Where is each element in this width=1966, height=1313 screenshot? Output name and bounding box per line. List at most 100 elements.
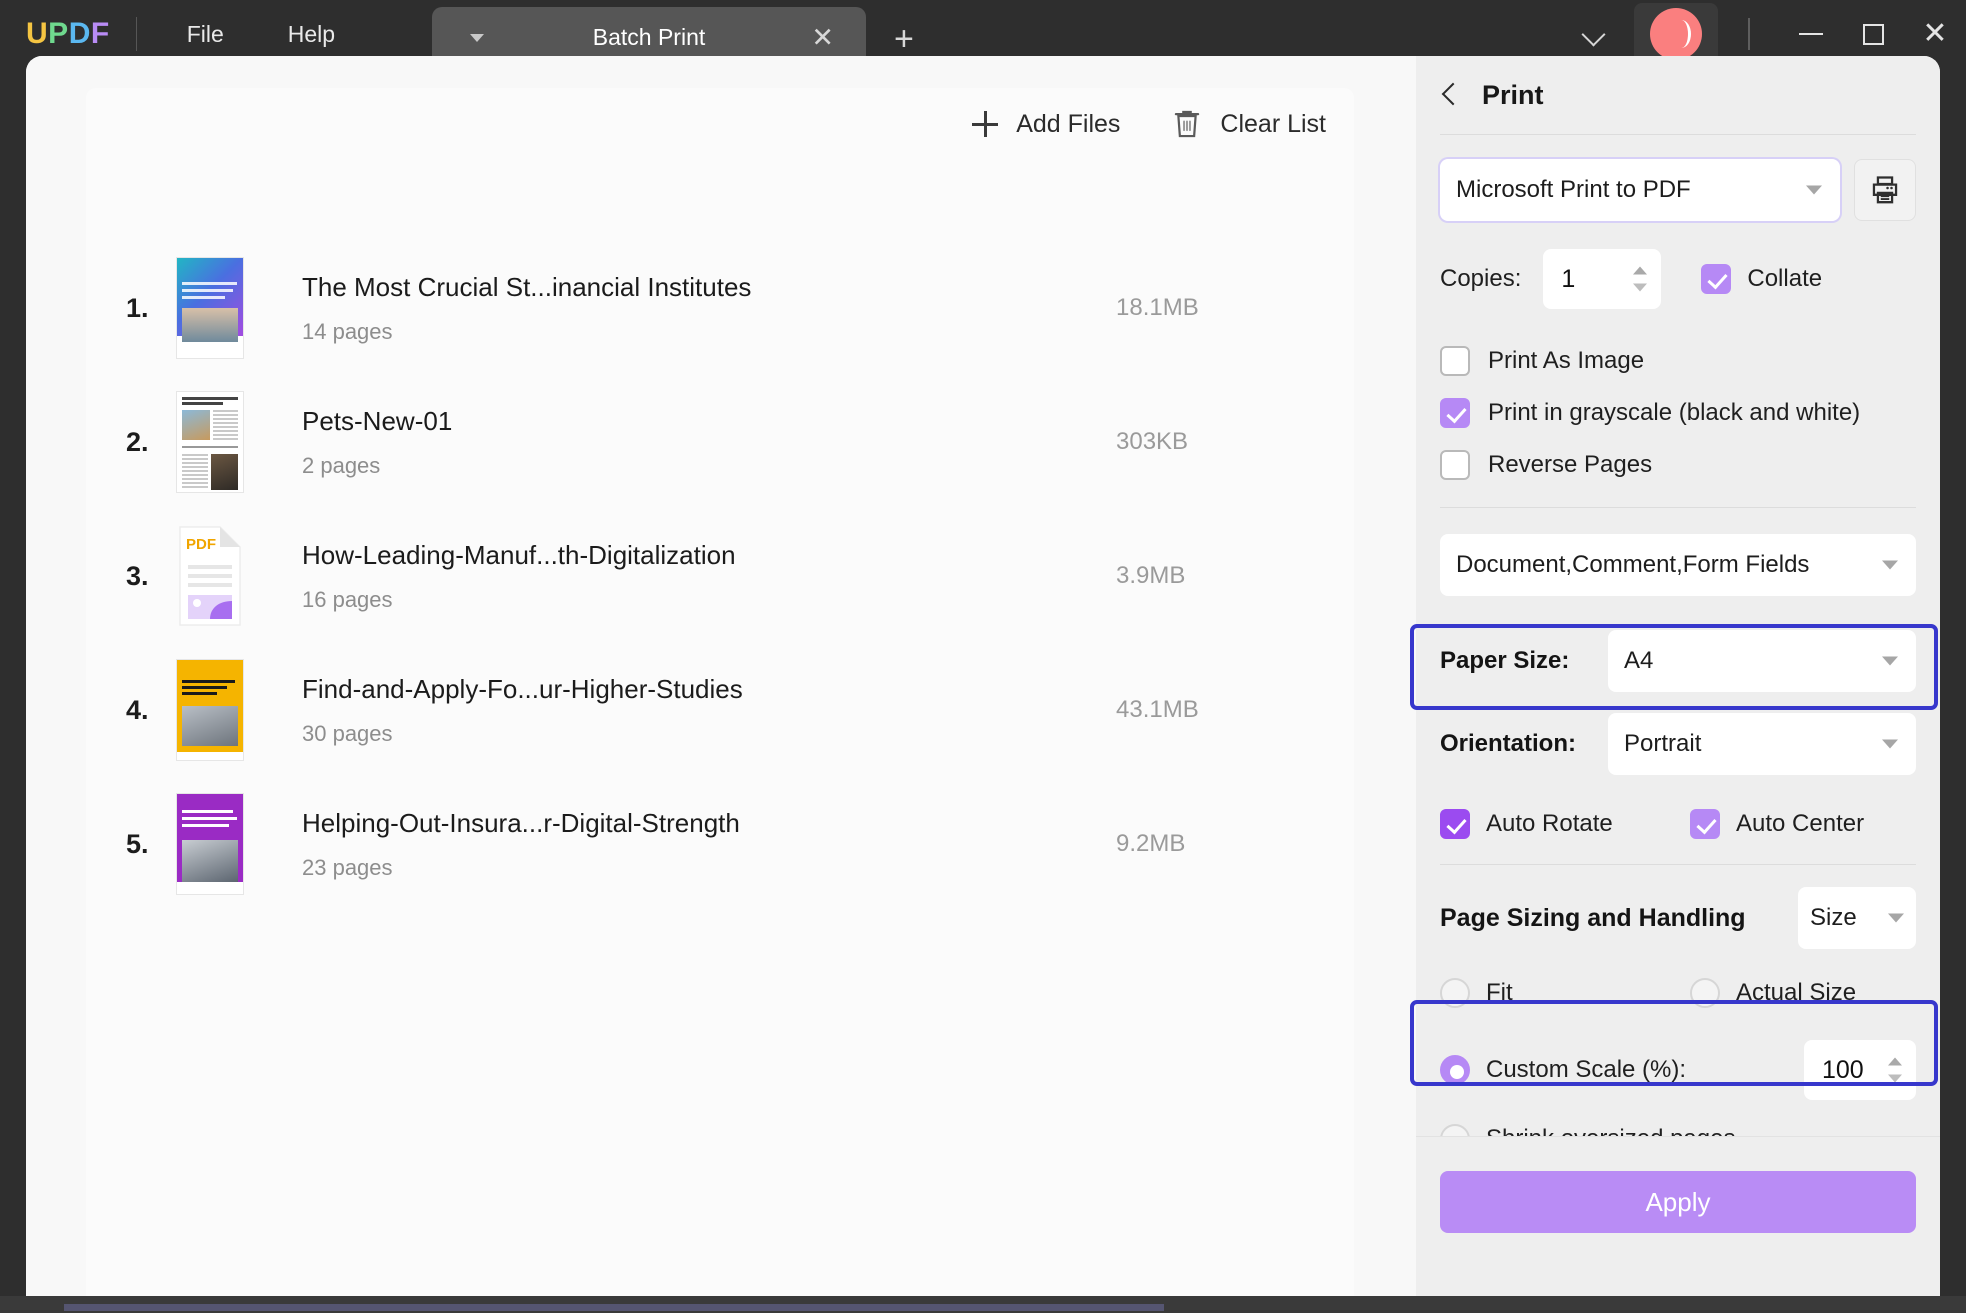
custom-scale-stepper[interactable]: 100 xyxy=(1804,1040,1916,1100)
actual-size-radio[interactable] xyxy=(1690,978,1720,1008)
reverse-pages-label: Reverse Pages xyxy=(1488,451,1653,478)
fit-radio[interactable] xyxy=(1440,978,1470,1008)
tab-close-icon[interactable]: ✕ xyxy=(811,24,834,51)
reverse-pages-checkbox[interactable] xyxy=(1440,450,1470,480)
custom-scale-radio[interactable] xyxy=(1440,1055,1470,1085)
file-index: 2. xyxy=(126,426,149,457)
auto-center-label: Auto Center xyxy=(1736,810,1865,837)
reverse-pages-row[interactable]: Reverse Pages xyxy=(1440,439,1916,491)
file-pages: 23 pages xyxy=(302,854,393,880)
logo-letter-d: D xyxy=(68,17,91,50)
copies-label: Copies: xyxy=(1440,265,1522,292)
paper-size-row: Paper Size: A4 xyxy=(1416,626,1940,696)
file-pages: 16 pages xyxy=(302,586,393,612)
file-pages: 14 pages xyxy=(302,318,393,344)
file-list-pane: Add Files Clear List 1. The Most Crucial… xyxy=(26,56,1416,1296)
printer-properties-button[interactable] xyxy=(1854,159,1916,221)
page-sizing-mode-select[interactable]: Size xyxy=(1798,887,1916,949)
file-meta: How-Leading-Manuf...th-Digitalization 16… xyxy=(302,540,1116,613)
collate-checkbox[interactable] xyxy=(1701,264,1732,294)
scale-spinner-arrows[interactable] xyxy=(1888,1057,1902,1083)
logo-letter-u: U xyxy=(26,17,49,50)
chevron-down-icon xyxy=(1806,185,1822,195)
auto-center-row[interactable]: Auto Center xyxy=(1690,809,1864,839)
file-list-card: Add Files Clear List 1. The Most Crucial… xyxy=(86,88,1354,1296)
printer-select-value: Microsoft Print to PDF xyxy=(1456,176,1691,203)
orientation-row: Orientation: Portrait xyxy=(1416,712,1940,776)
file-row[interactable]: 2. Pets-New-01 2 pages 303KB xyxy=(126,377,1326,507)
app-shell: Add Files Clear List 1. The Most Crucial… xyxy=(26,56,1940,1296)
actual-size-option-row[interactable]: Actual Size xyxy=(1690,978,1856,1008)
printer-select[interactable]: Microsoft Print to PDF xyxy=(1440,159,1840,221)
chevron-down-icon xyxy=(1888,913,1904,923)
auto-center-checkbox[interactable] xyxy=(1690,809,1720,839)
paper-size-label: Paper Size: xyxy=(1440,647,1570,674)
spinner-down-icon[interactable] xyxy=(1633,283,1648,292)
file-meta: Find-and-Apply-Fo...ur-Higher-Studies 30… xyxy=(302,674,1116,747)
menu-help[interactable]: Help xyxy=(274,15,349,54)
print-settings-scroll[interactable]: Microsoft Print to PDF Copies: 1 Collate… xyxy=(1416,135,1940,1215)
pdf-file-icon: PDF xyxy=(179,526,241,626)
new-tab-button[interactable]: + xyxy=(894,22,914,56)
print-as-image-row[interactable]: Print As Image xyxy=(1440,335,1916,387)
custom-scale-row: Custom Scale (%): 100 xyxy=(1416,1037,1940,1103)
copies-value: 1 xyxy=(1561,264,1576,293)
page-sizing-title: Page Sizing and Handling xyxy=(1440,903,1746,932)
file-row[interactable]: 3. PDF How-Leading-Manuf...th-Digitaliza… xyxy=(126,511,1326,641)
logo-letter-p: P xyxy=(48,17,69,50)
chevron-down-icon xyxy=(1882,560,1898,570)
file-thumbnail xyxy=(176,793,244,895)
chevron-left-icon[interactable] xyxy=(1440,85,1460,105)
apply-button[interactable]: Apply xyxy=(1440,1171,1916,1233)
copies-stepper[interactable]: 1 xyxy=(1543,249,1662,309)
horizontal-scrollbar[interactable] xyxy=(64,1304,1164,1311)
spinner-up-icon[interactable] xyxy=(1888,1057,1902,1066)
paper-size-select[interactable]: A4 xyxy=(1608,630,1916,692)
custom-scale-value: 100 xyxy=(1822,1055,1864,1084)
file-row[interactable]: 4. Find-and-Apply-Fo...ur-Higher-Studies… xyxy=(126,645,1326,775)
add-files-button[interactable]: Add Files xyxy=(972,110,1120,139)
spinner-down-icon[interactable] xyxy=(1888,1074,1902,1083)
file-size: 3.9MB xyxy=(1116,562,1186,589)
fit-option-row[interactable]: Fit xyxy=(1440,978,1690,1008)
print-settings-pane: Print Microsoft Print to PDF Copies: 1 C… xyxy=(1410,56,1940,1296)
orientation-select[interactable]: Portrait xyxy=(1608,713,1916,775)
copies-row: Copies: 1 Collate xyxy=(1416,249,1940,309)
file-name: Pets-New-01 xyxy=(302,405,453,436)
file-index: 5. xyxy=(126,828,149,859)
print-grayscale-row[interactable]: Print in grayscale (black and white) xyxy=(1440,387,1916,439)
auto-rotate-checkbox[interactable] xyxy=(1440,809,1470,839)
collate-checkbox-row[interactable]: Collate xyxy=(1701,264,1822,294)
file-name: The Most Crucial St...inancial Institute… xyxy=(302,271,752,302)
auto-rotate-row[interactable]: Auto Rotate xyxy=(1440,809,1690,839)
file-thumbnail xyxy=(176,391,244,493)
copies-spinner-arrows[interactable] xyxy=(1633,266,1648,292)
file-row[interactable]: 1. The Most Crucial St...inancial Instit… xyxy=(126,243,1326,373)
apply-bar: Apply xyxy=(1416,1136,1940,1296)
window-controls-divider xyxy=(1748,18,1750,50)
section-divider xyxy=(1440,507,1916,508)
file-index: 3. xyxy=(126,560,149,591)
spinner-up-icon[interactable] xyxy=(1633,266,1648,275)
tab-chevron-down-icon[interactable] xyxy=(470,33,484,42)
file-pages: 30 pages xyxy=(302,720,393,746)
clear-list-button[interactable]: Clear List xyxy=(1172,108,1326,140)
trash-icon xyxy=(1175,110,1200,138)
content-select-row: Document,Comment,Form Fields xyxy=(1416,534,1940,596)
file-row[interactable]: 5. Helping-Out-Insura...r-Digital-Streng… xyxy=(126,779,1326,909)
paper-size-value: A4 xyxy=(1624,647,1654,674)
section-divider xyxy=(1440,864,1916,865)
print-grayscale-checkbox[interactable] xyxy=(1440,398,1470,428)
print-as-image-checkbox[interactable] xyxy=(1440,346,1470,376)
menu-file[interactable]: File xyxy=(173,15,238,54)
content-select[interactable]: Document,Comment,Form Fields xyxy=(1440,534,1916,596)
collate-label: Collate xyxy=(1747,265,1823,292)
file-meta: The Most Crucial St...inancial Institute… xyxy=(302,272,1116,345)
chevron-down-icon[interactable] xyxy=(1582,21,1608,47)
page-sizing-row: Page Sizing and Handling Size xyxy=(1416,887,1940,949)
window-bottom-bar xyxy=(0,1296,1966,1313)
file-index: 4. xyxy=(126,694,149,725)
file-size: 18.1MB xyxy=(1116,294,1199,321)
file-name: Helping-Out-Insura...r-Digital-Strength xyxy=(302,807,740,838)
printer-icon xyxy=(1872,176,1898,204)
